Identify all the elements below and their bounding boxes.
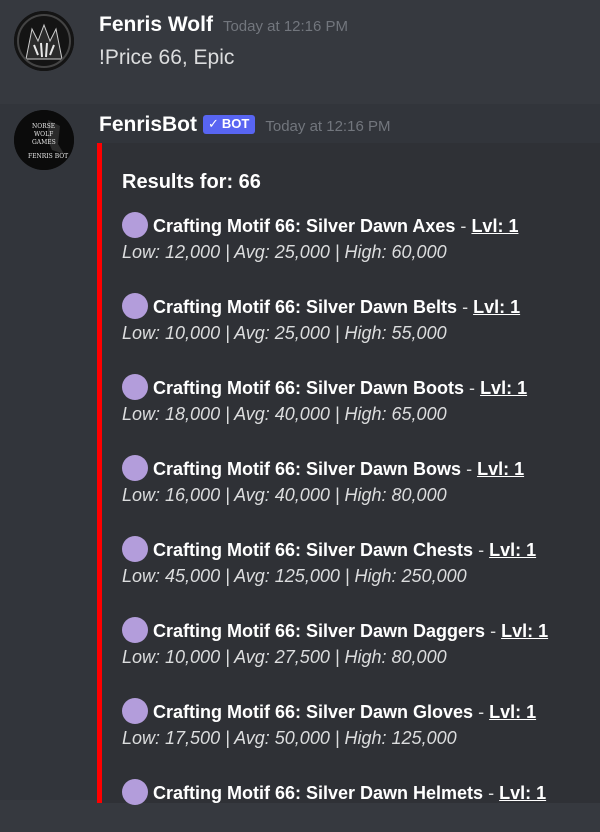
separator: - (466, 459, 473, 479)
user-avatar[interactable] (14, 11, 74, 71)
item-level-link[interactable]: Lvl: 1 (480, 378, 527, 398)
bot-badge-label: BOT (221, 116, 250, 131)
item-price-stats: Low: 17,500 | Avg: 50,000 | High: 125,00… (122, 728, 457, 748)
item-name: Crafting Motif 66: Silver Dawn Chests (153, 540, 474, 560)
quality-circle-icon (122, 617, 148, 643)
price-entry: Crafting Motif 66: Silver Dawn Gloves - … (122, 698, 600, 751)
item-name: Crafting Motif 66: Silver Dawn Daggers (153, 621, 486, 641)
price-entry: Crafting Motif 66: Silver Dawn Daggers -… (122, 617, 600, 670)
item-price-stats (122, 806, 600, 832)
timestamp: Today at 12:16 PM (265, 118, 391, 135)
item-level-link[interactable]: Lvl: 1 (477, 459, 524, 479)
entry-name-line: Crafting Motif 66: Silver Dawn Axes - Lv… (122, 212, 600, 239)
verified-check-icon: ✓ (208, 116, 219, 131)
separator: - (488, 783, 495, 803)
item-name: Crafting Motif 66: Silver Dawn Bows (153, 459, 462, 479)
entry-name-line: Crafting Motif 66: Silver Dawn Chests - … (122, 536, 600, 563)
wolf-avatar-icon (14, 11, 74, 71)
item-name: Crafting Motif 66: Silver Dawn Gloves (153, 702, 474, 722)
separator: - (490, 621, 497, 641)
price-entry: Crafting Motif 66: Silver Dawn Chests - … (122, 536, 600, 589)
quality-circle-icon (122, 455, 148, 481)
logo-line-3: GAMES (32, 139, 56, 146)
separator: - (469, 378, 476, 398)
logo-line-2: WOLF (34, 131, 53, 138)
item-price-stats: Low: 16,000 | Avg: 40,000 | High: 80,000 (122, 485, 447, 505)
quality-circle-icon (122, 779, 148, 805)
item-level-link[interactable]: Lvl: 1 (489, 540, 536, 560)
item-name: Crafting Motif 66: Silver Dawn Helmets (153, 783, 484, 803)
item-level-link[interactable]: Lvl: 1 (473, 297, 520, 317)
logo-line-1: NORSE (32, 123, 55, 130)
entry-name-line: Crafting Motif 66: Silver Dawn Bows - Lv… (122, 455, 600, 482)
embed-card: Results for: 66 Crafting Motif 66: Silve… (97, 143, 600, 805)
price-entry: Crafting Motif 66: Silver Dawn Axes - Lv… (122, 212, 600, 265)
bot-avatar[interactable]: NORSE WOLF GAMES FENRIS BOT (14, 110, 74, 170)
wolf-logo-icon: NORSE WOLF GAMES FENRIS BOT (14, 110, 74, 170)
price-entry: Crafting Motif 66: Silver Dawn Belts - L… (122, 293, 600, 346)
embed-title: Results for: 66 (122, 171, 261, 193)
item-level-link[interactable]: Lvl: 1 (501, 621, 548, 641)
item-price-stats: Low: 10,000 | Avg: 27,500 | High: 80,000 (122, 647, 447, 667)
quality-circle-icon (122, 536, 148, 562)
separator: - (462, 297, 469, 317)
message-header: Fenris Wolf Today at 12:16 PM (99, 13, 348, 37)
item-name: Crafting Motif 66: Silver Dawn Boots (153, 378, 465, 398)
item-level-link[interactable]: Lvl: 1 (471, 216, 518, 236)
price-entry: Crafting Motif 66: Silver Dawn Helmets -… (122, 779, 600, 832)
bot-badge: ✓ BOT (203, 115, 256, 134)
message-user: Fenris Wolf Today at 12:16 PM !Price 66, … (0, 0, 600, 104)
quality-circle-icon (122, 698, 148, 724)
entry-name-line: Crafting Motif 66: Silver Dawn Belts - L… (122, 293, 600, 320)
quality-circle-icon (122, 293, 148, 319)
entry-name-line: Crafting Motif 66: Silver Dawn Gloves - … (122, 698, 600, 725)
message-bot: NORSE WOLF GAMES FENRIS BOT FenrisBot ✓ BO… (0, 104, 600, 805)
separator: - (460, 216, 467, 236)
logo-line-4: FENRIS BOT (28, 153, 68, 160)
message-content: !Price 66, Epic (99, 46, 235, 69)
separator: - (478, 702, 485, 722)
quality-circle-icon (122, 212, 148, 238)
username[interactable]: Fenris Wolf (99, 13, 213, 36)
price-entry: Crafting Motif 66: Silver Dawn Bows - Lv… (122, 455, 600, 508)
item-price-stats: Low: 18,000 | Avg: 40,000 | High: 65,000 (122, 404, 447, 424)
quality-circle-icon (122, 374, 148, 400)
bot-username[interactable]: FenrisBot (99, 113, 197, 136)
item-level-link[interactable]: Lvl: 1 (489, 702, 536, 722)
message-header: FenrisBot ✓ BOT Today at 12:16 PM (99, 113, 390, 137)
item-price-stats: Low: 10,000 | Avg: 25,000 | High: 55,000 (122, 323, 447, 343)
timestamp: Today at 12:16 PM (222, 18, 349, 35)
price-entry: Crafting Motif 66: Silver Dawn Boots - L… (122, 374, 600, 427)
item-name: Crafting Motif 66: Silver Dawn Belts (153, 297, 458, 317)
item-name: Crafting Motif 66: Silver Dawn Axes (153, 216, 456, 236)
entry-name-line: Crafting Motif 66: Silver Dawn Helmets -… (122, 779, 600, 806)
entry-name-line: Crafting Motif 66: Silver Dawn Daggers -… (122, 617, 600, 644)
separator: - (478, 540, 485, 560)
item-price-stats: Low: 12,000 | Avg: 25,000 | High: 60,000 (122, 242, 447, 262)
item-level-link[interactable]: Lvl: 1 (499, 783, 546, 803)
item-price-stats: Low: 45,000 | Avg: 125,000 | High: 250,0… (122, 566, 467, 586)
entry-name-line: Crafting Motif 66: Silver Dawn Boots - L… (122, 374, 600, 401)
